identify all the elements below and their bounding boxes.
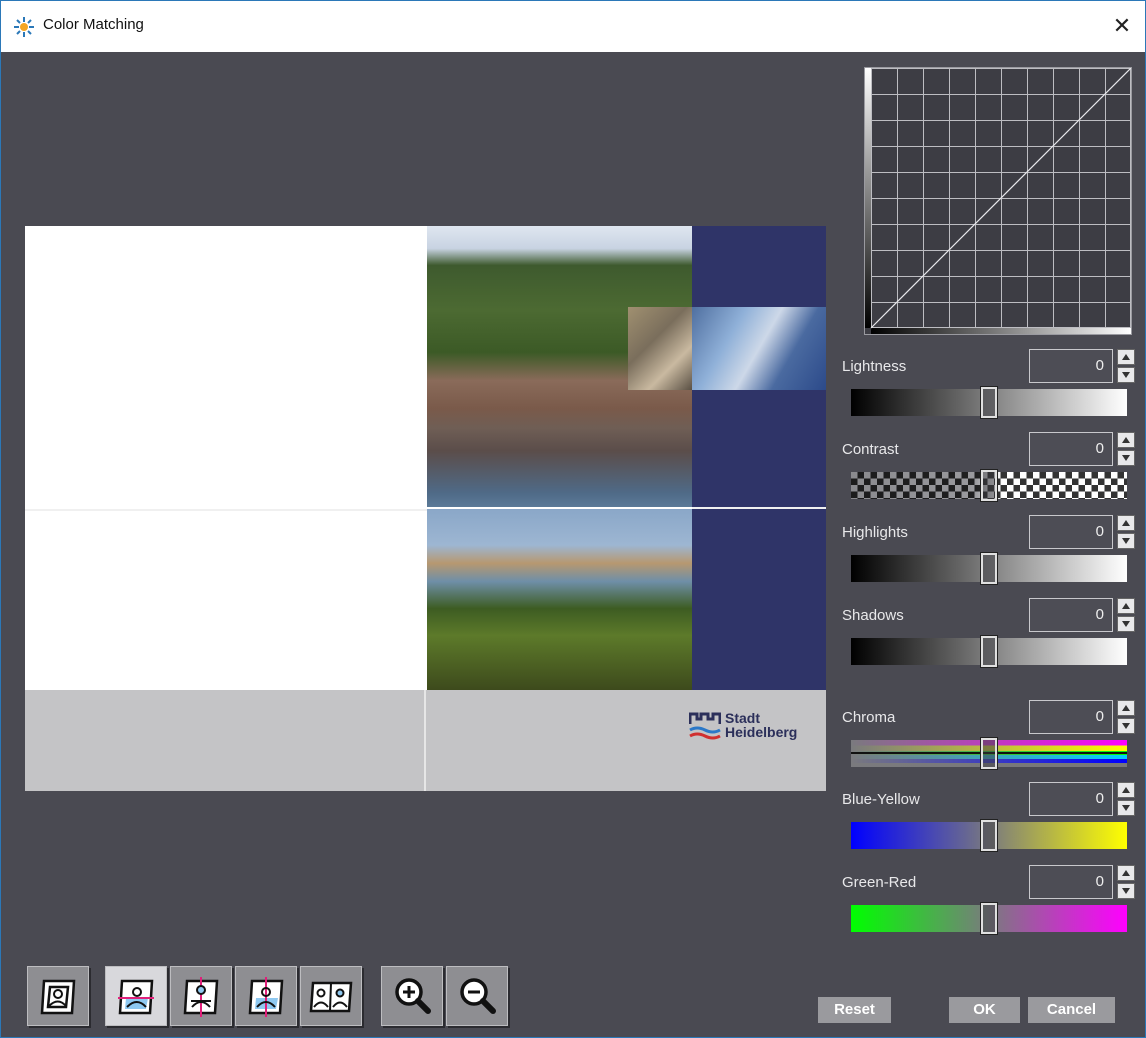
contrast-slider[interactable] xyxy=(851,470,1127,501)
zoom-in-button[interactable] xyxy=(381,966,443,1026)
spin-up-icon[interactable] xyxy=(1117,598,1135,614)
green-red-input[interactable]: 0 xyxy=(1029,865,1113,899)
reset-button[interactable]: Reset xyxy=(818,997,891,1023)
navy-panel xyxy=(692,226,826,690)
slider-thumb[interactable] xyxy=(981,470,997,501)
zoom-in-icon xyxy=(395,978,431,1014)
lightness-input[interactable]: 0 xyxy=(1029,349,1113,383)
spin-up-icon[interactable] xyxy=(1117,349,1135,365)
heidelberg-logo: Stadt Heidelberg xyxy=(689,708,819,748)
spin-down-icon[interactable] xyxy=(1117,718,1135,734)
spin-up-icon[interactable] xyxy=(1117,432,1135,448)
tone-curve-graph[interactable] xyxy=(864,67,1132,335)
image-preview[interactable]: Stadt Heidelberg xyxy=(25,226,826,791)
close-button[interactable]: ✕ xyxy=(1099,1,1145,52)
slider-thumb[interactable] xyxy=(981,636,997,667)
spin-down-icon[interactable] xyxy=(1117,883,1135,899)
highlights-label: Highlights xyxy=(842,524,908,541)
photo-statue xyxy=(628,307,692,390)
highlights-input[interactable]: 0 xyxy=(1029,515,1113,549)
blue-yellow-slider[interactable] xyxy=(851,820,1127,851)
spin-down-icon[interactable] xyxy=(1117,450,1135,466)
spin-down-icon[interactable] xyxy=(1117,367,1135,383)
blue-yellow-input[interactable]: 0 xyxy=(1029,782,1113,816)
spin-up-icon[interactable] xyxy=(1117,782,1135,798)
footer-divider xyxy=(424,690,426,791)
spin-up-icon[interactable] xyxy=(1117,700,1135,716)
split-quad-icon xyxy=(248,977,284,1017)
color-sparkle-icon xyxy=(14,17,34,37)
contrast-spinner[interactable] xyxy=(1117,432,1135,466)
single-view-icon xyxy=(40,979,76,1015)
contrast-input[interactable]: 0 xyxy=(1029,432,1113,466)
split-quad-button[interactable] xyxy=(235,966,297,1026)
chroma-input[interactable]: 0 xyxy=(1029,700,1113,734)
photo-technology xyxy=(692,307,826,390)
green-red-slider[interactable] xyxy=(851,903,1127,934)
blue-yellow-spinner[interactable] xyxy=(1117,782,1135,816)
lightness-spinner[interactable] xyxy=(1117,349,1135,383)
split-horizontal-button[interactable] xyxy=(105,966,167,1026)
highlights-spinner[interactable] xyxy=(1117,515,1135,549)
close-icon: ✕ xyxy=(1112,14,1132,39)
spin-up-icon[interactable] xyxy=(1117,865,1135,881)
spin-down-icon[interactable] xyxy=(1117,616,1135,632)
side-by-side-icon xyxy=(309,981,353,1013)
title-bar: Color Matching ✕ xyxy=(1,1,1145,52)
shadows-slider[interactable] xyxy=(851,636,1127,667)
spin-up-icon[interactable] xyxy=(1117,515,1135,531)
slider-thumb[interactable] xyxy=(981,738,997,769)
chroma-label: Chroma xyxy=(842,709,896,726)
green-red-label: Green-Red xyxy=(842,874,917,891)
slider-thumb[interactable] xyxy=(981,387,997,418)
contrast-label: Contrast xyxy=(842,441,899,458)
shadows-spinner[interactable] xyxy=(1117,598,1135,632)
green-red-spinner[interactable] xyxy=(1117,865,1135,899)
split-horizontal-icon xyxy=(118,979,154,1015)
spin-down-icon[interactable] xyxy=(1117,800,1135,816)
slider-thumb[interactable] xyxy=(981,553,997,584)
window-title: Color Matching xyxy=(43,16,144,33)
side-by-side-button[interactable] xyxy=(300,966,362,1026)
lightness-slider[interactable] xyxy=(851,387,1127,418)
chroma-slider[interactable] xyxy=(851,738,1127,769)
logo-text-heidelberg: Heidelberg xyxy=(725,724,798,740)
chroma-spinner[interactable] xyxy=(1117,700,1135,734)
navy-gap xyxy=(692,507,826,509)
zoom-out-button[interactable] xyxy=(446,966,508,1026)
split-vertical-button[interactable] xyxy=(170,966,232,1026)
slider-thumb[interactable] xyxy=(981,903,997,934)
spin-down-icon[interactable] xyxy=(1117,533,1135,549)
shadows-label: Shadows xyxy=(842,607,904,624)
logo-mark-icon xyxy=(689,712,721,740)
blue-yellow-label: Blue-Yellow xyxy=(842,791,920,808)
single-view-button[interactable] xyxy=(27,966,89,1026)
cancel-button[interactable]: Cancel xyxy=(1028,997,1115,1023)
photo-bridge xyxy=(427,509,692,690)
tone-curve-svg xyxy=(865,68,1131,334)
zoom-out-icon xyxy=(460,978,496,1014)
split-vertical-icon xyxy=(183,977,219,1017)
lightness-label: Lightness xyxy=(842,358,907,375)
highlights-slider[interactable] xyxy=(851,553,1127,584)
ok-button[interactable]: OK xyxy=(949,997,1020,1023)
slider-thumb[interactable] xyxy=(981,820,997,851)
color-matching-window: Color Matching ✕ Stadt Heidelberg Lightn… xyxy=(0,0,1146,1038)
shadows-input[interactable]: 0 xyxy=(1029,598,1113,632)
